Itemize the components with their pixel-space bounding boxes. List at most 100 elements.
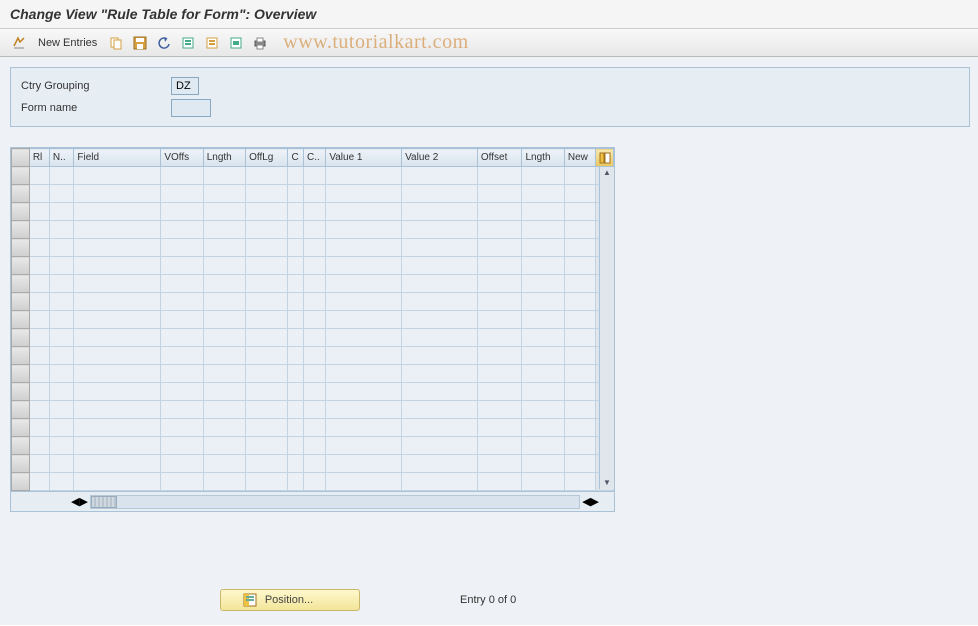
cell[interactable]	[246, 221, 288, 239]
scroll-left-icon[interactable]: ◀	[71, 495, 79, 508]
scroll-right-icon[interactable]: ▶	[79, 495, 87, 508]
cell[interactable]	[564, 239, 595, 257]
row-selector[interactable]	[12, 455, 30, 473]
cell[interactable]	[477, 383, 522, 401]
cell[interactable]	[326, 311, 402, 329]
cell[interactable]	[326, 257, 402, 275]
cell[interactable]	[246, 329, 288, 347]
cell[interactable]	[203, 419, 245, 437]
cell[interactable]	[29, 257, 49, 275]
cell[interactable]	[522, 365, 564, 383]
cell[interactable]	[326, 239, 402, 257]
cell[interactable]	[477, 239, 522, 257]
cell[interactable]	[564, 293, 595, 311]
cell[interactable]	[74, 329, 161, 347]
cell[interactable]	[288, 455, 304, 473]
cell[interactable]	[49, 365, 74, 383]
cell[interactable]	[477, 185, 522, 203]
cell[interactable]	[203, 311, 245, 329]
row-selector[interactable]	[12, 275, 30, 293]
vertical-scrollbar[interactable]: ▲ ▼	[599, 167, 614, 489]
cell[interactable]	[49, 419, 74, 437]
table-row[interactable]	[12, 365, 614, 383]
cell[interactable]	[161, 329, 203, 347]
cell[interactable]	[564, 221, 595, 239]
cell[interactable]	[49, 455, 74, 473]
cell[interactable]	[288, 221, 304, 239]
cell[interactable]	[477, 329, 522, 347]
table-row[interactable]	[12, 293, 614, 311]
cell[interactable]	[522, 347, 564, 365]
cell[interactable]	[246, 437, 288, 455]
row-selector[interactable]	[12, 293, 30, 311]
cell[interactable]	[49, 257, 74, 275]
cell[interactable]	[161, 455, 203, 473]
cell[interactable]	[49, 275, 74, 293]
cell[interactable]	[564, 383, 595, 401]
cell[interactable]	[161, 365, 203, 383]
scroll-left2-icon[interactable]: ◀	[582, 495, 590, 508]
cell[interactable]	[522, 311, 564, 329]
row-selector[interactable]	[12, 185, 30, 203]
table-row[interactable]	[12, 473, 614, 491]
row-selector[interactable]	[12, 473, 30, 491]
cell[interactable]	[326, 365, 402, 383]
scroll-right2-icon[interactable]: ▶	[591, 495, 599, 508]
cell[interactable]	[304, 221, 326, 239]
cell[interactable]	[477, 257, 522, 275]
cell[interactable]	[29, 203, 49, 221]
cell[interactable]	[29, 347, 49, 365]
cell[interactable]	[522, 167, 564, 185]
table-row[interactable]	[12, 437, 614, 455]
cell[interactable]	[246, 275, 288, 293]
cell[interactable]	[74, 455, 161, 473]
col-voffs[interactable]: VOffs	[161, 149, 203, 167]
cell[interactable]	[477, 167, 522, 185]
cell[interactable]	[74, 239, 161, 257]
table-row[interactable]	[12, 203, 614, 221]
cell[interactable]	[304, 473, 326, 491]
cell[interactable]	[564, 401, 595, 419]
cell[interactable]	[161, 167, 203, 185]
table-row[interactable]	[12, 383, 614, 401]
cell[interactable]	[29, 167, 49, 185]
cell[interactable]	[402, 419, 478, 437]
cell[interactable]	[161, 401, 203, 419]
form-name-input[interactable]	[171, 99, 211, 117]
cell[interactable]	[477, 419, 522, 437]
cell[interactable]	[246, 239, 288, 257]
cell[interactable]	[326, 401, 402, 419]
cell[interactable]	[288, 383, 304, 401]
cell[interactable]	[203, 275, 245, 293]
row-selector[interactable]	[12, 437, 30, 455]
cell[interactable]	[477, 293, 522, 311]
cell[interactable]	[304, 455, 326, 473]
table-row[interactable]	[12, 401, 614, 419]
cell[interactable]	[326, 293, 402, 311]
cell[interactable]	[288, 311, 304, 329]
cell[interactable]	[402, 257, 478, 275]
row-selector[interactable]	[12, 257, 30, 275]
cell[interactable]	[49, 239, 74, 257]
cell[interactable]	[477, 473, 522, 491]
cell[interactable]	[203, 329, 245, 347]
cell[interactable]	[304, 293, 326, 311]
cell[interactable]	[246, 365, 288, 383]
cell[interactable]	[161, 203, 203, 221]
cell[interactable]	[29, 329, 49, 347]
cell[interactable]	[288, 401, 304, 419]
cell[interactable]	[288, 293, 304, 311]
cell[interactable]	[402, 185, 478, 203]
cell[interactable]	[161, 239, 203, 257]
new-entries-button[interactable]: New Entries	[34, 35, 101, 51]
cell[interactable]	[564, 203, 595, 221]
cell[interactable]	[49, 329, 74, 347]
cell[interactable]	[29, 185, 49, 203]
position-button[interactable]: Position...	[220, 589, 360, 611]
cell[interactable]	[304, 437, 326, 455]
cell[interactable]	[246, 455, 288, 473]
cell[interactable]	[402, 329, 478, 347]
cell[interactable]	[29, 311, 49, 329]
ctry-grouping-input[interactable]	[171, 77, 199, 95]
col-n[interactable]: N..	[49, 149, 74, 167]
